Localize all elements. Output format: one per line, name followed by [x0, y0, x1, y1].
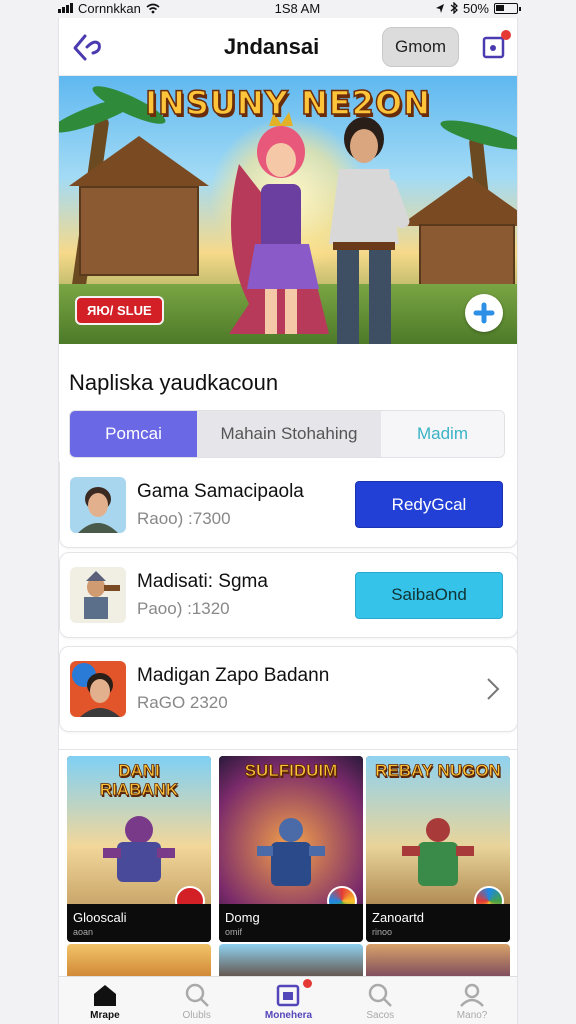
battery-icon [494, 2, 521, 14]
tab-search[interactable]: Sacos [334, 977, 426, 1024]
tile-artwork [402, 818, 474, 886]
tile-subtitle: aoan [73, 927, 94, 937]
tile-title: REBAY NUGON [375, 761, 501, 780]
game-tile[interactable]: REBAY NUGON Zanoartd rinoo [366, 756, 510, 942]
tab-label: Sacos [366, 1010, 395, 1021]
tab-games[interactable]: Monehera [243, 977, 335, 1024]
tab-explore[interactable]: Olubls [151, 977, 243, 1024]
tile-subtitle: omif [225, 927, 243, 937]
notifications-button[interactable] [481, 29, 511, 60]
hero-title: INSUNY NE2ON [144, 83, 431, 123]
tile-name: Zanoartd [372, 910, 425, 925]
back-button[interactable] [69, 29, 105, 65]
tab-home[interactable]: Mrape [59, 977, 151, 1024]
game-grid: DANI RIABANK Glooscali aoan SULFIDUIM Do… [59, 749, 517, 984]
battery-percent: 50% [462, 0, 489, 16]
bluetooth-icon [450, 2, 458, 14]
tile-subtitle: rinoo [372, 927, 393, 937]
home-icon [93, 985, 116, 1006]
user-icon [460, 983, 484, 1007]
tile-artwork [257, 818, 325, 886]
item-name: Madisati: Sgma [137, 571, 268, 592]
tile-name: Domg [225, 910, 260, 925]
header-pill-button[interactable]: Gmom [382, 26, 459, 67]
hero-banner[interactable]: INSUNY NE2ON ЯЮ/ SLUE [59, 76, 517, 344]
game-tile[interactable]: SULFIDUIM Domg omif [219, 756, 363, 942]
tile-title: DANI RIABANK [99, 761, 179, 799]
add-button[interactable] [465, 294, 503, 332]
app-screen: Jndansai Gmom INSUNY NE2ON ЯЮ/ SLUE Napl… [58, 18, 518, 1024]
tab-1[interactable]: Pomcai [70, 411, 197, 457]
game-tile[interactable]: DANI RIABANK Glooscali aoan [67, 756, 211, 942]
list-item[interactable]: Madigan Zapo Badann RaGO 2320 [59, 646, 517, 732]
tab-profile[interactable]: Mano? [426, 977, 517, 1024]
list-item[interactable]: Gama Samacipaola Raoo) :7300 RedyGcal [59, 462, 517, 548]
search-icon [185, 983, 209, 1007]
location-icon [435, 3, 444, 13]
tab-label: Mano? [456, 1010, 488, 1021]
top-navigation: Jndansai Gmom [59, 18, 517, 76]
avatar [70, 567, 126, 623]
item-rating: Paoo) :1320 [137, 599, 230, 618]
segment-tabs: Pomcai Mahain Stohahing Madim [69, 410, 505, 458]
tab-label: Mrape [90, 1010, 120, 1021]
games-icon [277, 984, 300, 1007]
item-name: Madigan Zapo Badann [137, 665, 330, 686]
search-icon [369, 983, 393, 1007]
item-rating: RaGO 2320 [137, 693, 228, 712]
clock: 1S8 AM [274, 0, 321, 16]
tile-artwork [103, 816, 175, 882]
item-rating: Raoo) :7300 [137, 508, 231, 528]
wifi-icon [146, 3, 160, 13]
avatar [70, 476, 126, 533]
bottom-tab-bar: Mrape Olubls Monehera Sacos Mano? [59, 976, 517, 1024]
chevron-right-icon[interactable] [483, 677, 503, 701]
section-title: Napliska yaudkacoun [69, 370, 279, 395]
carrier-label: Cornnkkan [78, 0, 141, 16]
tab-label: Olubls [182, 1010, 211, 1021]
tile-name: Glooscali [73, 910, 127, 925]
signal-icon [58, 3, 73, 13]
notification-badge [302, 979, 312, 988]
item-name: Gama Samacipaola [137, 480, 304, 502]
hero-badge: ЯЮ/ SLUE [75, 296, 164, 325]
avatar [70, 661, 126, 717]
notification-badge [501, 29, 511, 40]
plus-icon [473, 302, 495, 324]
tile-title: SULFIDUIM [244, 761, 338, 780]
status-bar: Cornnkkan 1S8 AM 50% [58, 0, 521, 16]
hero-illustration [329, 117, 410, 344]
tab-2[interactable]: Mahain Stohahing [197, 411, 381, 457]
list-item[interactable]: Madisati: Sgma Paoo) :1320 SaibaOnd [59, 552, 517, 638]
logo-back-icon [73, 34, 101, 60]
primary-action-button[interactable]: RedyGcal [355, 481, 503, 528]
secondary-action-button[interactable]: SaibaOnd [355, 571, 503, 619]
tab-3[interactable]: Madim [381, 411, 504, 457]
page-title: Jndansai [223, 33, 320, 59]
tab-label: Monehera [264, 1010, 313, 1021]
